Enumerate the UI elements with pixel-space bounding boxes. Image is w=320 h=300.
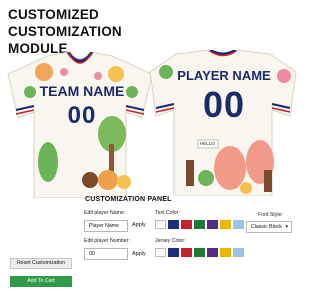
front-number: 00: [67, 102, 97, 129]
back-number: 00: [202, 84, 246, 125]
text-color-red[interactable]: [181, 220, 192, 229]
jersey-back: PLAYER NAME 00 HELLO: [146, 50, 300, 196]
jersey-color-white[interactable]: [155, 248, 166, 257]
jersey-front: TEAM NAME 00: [4, 52, 156, 198]
player-name-label: Edit player Name:: [84, 210, 126, 216]
add-to-cart-button[interactable]: Add To Cart: [10, 276, 72, 287]
font-style-value: Classic Block: [251, 224, 282, 230]
apply-number-button[interactable]: Apply: [132, 251, 146, 257]
jersey-color-label: Jersey Color:: [155, 238, 186, 244]
player-number-input[interactable]: 00: [84, 248, 128, 260]
text-color-navy[interactable]: [168, 220, 179, 229]
reset-customization-button[interactable]: Reset Customization: [10, 258, 72, 269]
text-color-lightblue[interactable]: [233, 220, 244, 229]
front-team-name: TEAM NAME: [39, 83, 125, 99]
player-number-label: Edit player Number:: [84, 238, 130, 244]
font-style-select[interactable]: Classic Block ▾: [246, 221, 292, 233]
jersey-color-lightblue[interactable]: [233, 248, 244, 257]
page-title: CUSTOMIZED CUSTOMIZATION MODULE: [8, 6, 122, 57]
player-name-input[interactable]: Player Name: [84, 220, 128, 232]
title-line-1: CUSTOMIZED: [8, 7, 100, 22]
hello-sign: HELLO: [200, 141, 215, 146]
font-style-label: Font Style:: [258, 212, 283, 218]
chevron-down-icon: ▾: [285, 224, 288, 230]
jersey-color-green[interactable]: [194, 248, 205, 257]
jersey-color-purple[interactable]: [207, 248, 218, 257]
apply-name-button[interactable]: Apply: [132, 222, 146, 228]
text-color-label: Text Color:: [155, 210, 180, 216]
text-color-yellow[interactable]: [220, 220, 231, 229]
jersey-color-navy[interactable]: [168, 248, 179, 257]
jersey-color-red[interactable]: [181, 248, 192, 257]
back-player-name: PLAYER NAME: [177, 68, 271, 83]
jersey-color-yellow[interactable]: [220, 248, 231, 257]
text-color-green[interactable]: [194, 220, 205, 229]
text-color-purple[interactable]: [207, 220, 218, 229]
title-line-2: CUSTOMIZATION: [8, 24, 122, 39]
panel-title: CUSTOMIZATION PANEL: [85, 196, 172, 203]
text-color-white[interactable]: [155, 220, 166, 229]
